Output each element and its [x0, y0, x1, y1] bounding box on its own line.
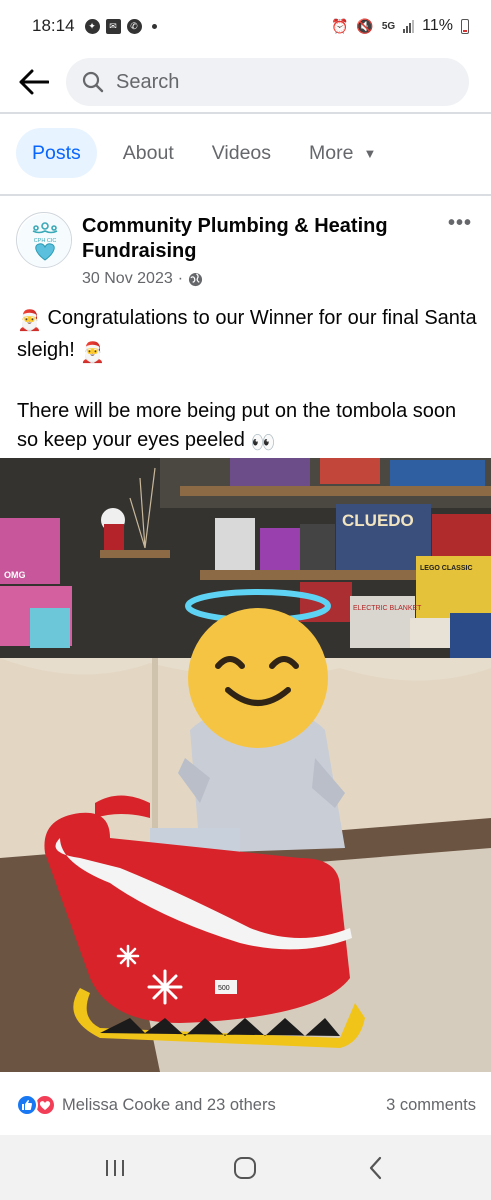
caret-down-icon: ▼ — [363, 145, 377, 161]
post-photo[interactable]: CLUEDO LEGO CLASSIC ELECTRIC BLANKET OMG — [0, 458, 491, 1072]
status-time: 18:14 — [32, 16, 75, 35]
battery-icon — [461, 18, 469, 34]
search-input[interactable] — [116, 70, 416, 94]
post-author[interactable]: Community Plumbing & Heating Fundraising — [82, 214, 412, 264]
tab-posts[interactable]: Posts — [16, 128, 97, 178]
tab-about-label: About — [122, 141, 174, 164]
omg-box-text: OMG — [4, 570, 26, 580]
page-avatar[interactable]: CPH CIC — [16, 212, 72, 268]
mute-icon: 🔇 — [356, 17, 374, 34]
santa-emoji: 🎅 — [17, 310, 42, 332]
post-meta: 30 Nov 2023 · — [82, 270, 203, 288]
tab-videos-label: Videos — [211, 141, 272, 164]
reaction-icons[interactable] — [16, 1094, 56, 1116]
globe-icon — [189, 272, 203, 286]
whatsapp-icon: ✆ — [126, 18, 142, 34]
tab-more-label: More — [309, 141, 354, 164]
meta-separator: · — [177, 270, 184, 287]
search-icon — [82, 71, 104, 93]
price-tag-text: 500 — [218, 985, 230, 992]
notification-dot-icon — [151, 23, 157, 29]
post-date[interactable]: 30 Nov 2023 — [82, 270, 173, 288]
page-tabs: Posts About Videos More ▼ — [16, 126, 414, 180]
post-options-button[interactable]: ••• — [448, 212, 472, 235]
reaction-people[interactable]: Melissa Cooke and 23 others — [62, 1096, 276, 1115]
tabs-divider — [0, 194, 491, 196]
search-header — [0, 52, 491, 112]
back-arrow-icon — [19, 69, 49, 95]
post-paragraph-2: There will be more being put on the tomb… — [17, 397, 479, 458]
header-divider — [0, 112, 491, 114]
page-logo: CPH CIC — [18, 214, 71, 267]
like-icon — [16, 1094, 38, 1116]
tab-videos[interactable]: Videos — [212, 128, 271, 178]
mail-icon: ✉ — [105, 18, 121, 34]
tab-more[interactable]: More ▼ — [309, 128, 376, 178]
messenger-icon: ✦ — [84, 18, 100, 34]
home-icon — [234, 1156, 257, 1179]
post-paragraph-1: 🎅 Congratulations to our Winner for our … — [17, 304, 479, 368]
recent-apps-icon — [106, 1159, 125, 1176]
tab-about[interactable]: About — [123, 128, 174, 178]
status-bar: 18:14 ✦ ✉ ✆ ⏰ 🔇 5G 11% — [0, 0, 491, 52]
reactions-bar: Melissa Cooke and 23 others 3 comments — [16, 1086, 476, 1124]
photo-illustration: CLUEDO LEGO CLASSIC ELECTRIC BLANKET OMG — [0, 458, 491, 1072]
network-type: 5G — [381, 20, 396, 32]
home-button[interactable] — [215, 1148, 275, 1188]
comments-count[interactable]: 3 comments — [386, 1096, 476, 1115]
post-paragraph-2-text: There will be more being put on the tomb… — [17, 400, 457, 451]
system-back-button[interactable] — [346, 1148, 406, 1188]
chevron-left-icon — [369, 1156, 381, 1179]
battery-level: 11% — [422, 17, 453, 34]
alarm-icon: ⏰ — [330, 17, 349, 34]
signal-icon — [403, 19, 415, 33]
avatar-text: CPH CIC — [34, 238, 57, 244]
santa-emoji-2: 🎅 — [80, 342, 106, 364]
system-nav-bar — [0, 1135, 491, 1200]
snowflake-icon-2 — [116, 944, 140, 968]
back-button[interactable] — [16, 64, 52, 100]
recent-apps-button[interactable] — [85, 1148, 145, 1188]
eyes-emoji: 👀 — [250, 432, 276, 454]
tab-posts-label: Posts — [32, 141, 81, 164]
cluedo-box-text: CLUEDO — [342, 511, 414, 530]
blanket-box-text: ELECTRIC BLANKET — [353, 605, 422, 612]
search-box[interactable] — [66, 58, 469, 106]
post-header: CPH CIC Community Plumbing & Heating Fun… — [16, 210, 476, 292]
snowflake-icon-1 — [147, 969, 183, 1005]
lego-box-text: LEGO CLASSIC — [420, 565, 473, 572]
